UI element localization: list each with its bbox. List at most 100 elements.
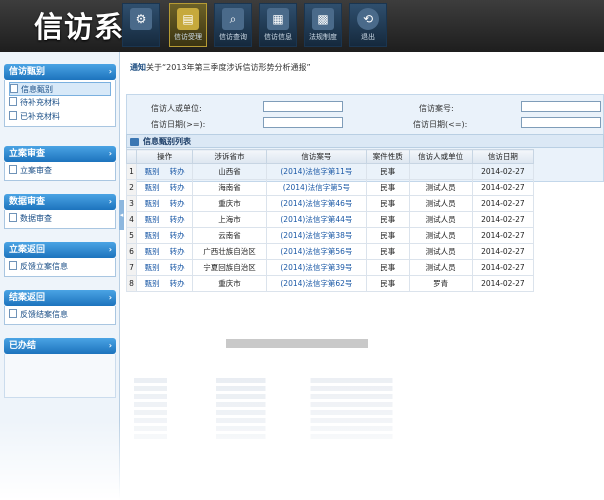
sidebar-group-body: 信息甄别 待补充材料 已补充材料 [4, 80, 116, 127]
sidebar-group-header[interactable]: 数据审查 › [4, 194, 116, 210]
petitioner-cell: 测试人员 [408, 195, 473, 212]
forward-action-link[interactable]: 转办 [170, 279, 185, 288]
sidebar-group-body [4, 354, 116, 398]
notice-bar[interactable]: 通知关于“2013年第三季度涉诉信访形势分析通报” [130, 62, 311, 73]
sidebar-group-title: 信访甄别 [9, 67, 46, 77]
sidebar-item-label: 数据审查 [20, 214, 52, 223]
screen-action-link[interactable]: 甄别 [145, 263, 160, 272]
screen-action-link[interactable]: 甄别 [145, 167, 160, 176]
sidebar-group-header[interactable]: 已办结 › [4, 338, 116, 354]
toolbar-button-accept[interactable]: ▤ 信访受理 [169, 3, 207, 47]
case-number-link[interactable]: (2014)法信字第38号 [265, 227, 367, 244]
forward-action-link[interactable]: 转办 [170, 247, 185, 256]
case-type-cell: 民事 [365, 243, 410, 260]
date-from-input[interactable] [263, 117, 343, 128]
case-number-label: 信访案号: [419, 104, 454, 113]
document-icon [9, 97, 17, 106]
case-number-link[interactable]: (2014)法信字第46号 [265, 195, 367, 212]
province-cell: 宁夏回族自治区 [192, 259, 267, 276]
document-icon [9, 111, 17, 120]
screen-action-link[interactable]: 甄别 [145, 279, 160, 288]
screen: 信访系统 ⚙ ▤ 信访受理 ⌕ 信访查询 ▦ 信访信息 ▩ 法规制度 ⟲ 退出 … [0, 0, 604, 500]
list-icon [130, 138, 139, 146]
case-number-input[interactable] [521, 101, 601, 112]
case-type-cell: 民事 [365, 195, 410, 212]
sidebar-group-title: 立案返回 [9, 245, 46, 255]
sidebar-item-info-screening[interactable]: 信息甄别 [9, 82, 111, 96]
sidebar-item-feedback-closing[interactable]: 反馈结案信息 [9, 308, 111, 322]
sidebar-group-header[interactable]: 立案审查 › [4, 146, 116, 162]
person-input[interactable] [263, 101, 343, 112]
sidebar-group-header[interactable]: 结案返回 › [4, 290, 116, 306]
petitioner-cell [408, 163, 473, 180]
petitioner-cell: 测试人员 [408, 259, 473, 276]
date-from-label: 信访日期(>=): [151, 120, 206, 129]
forward-action-link[interactable]: 转办 [170, 263, 185, 272]
petitioner-cell: 罗青 [408, 275, 473, 292]
table-header: 操作 [135, 149, 194, 164]
table-row: 2 甄别 转办 海南省 (2014)法信字第5号 民事 测试人员 2014-02-27 [126, 179, 535, 196]
date-to-input[interactable] [521, 117, 601, 128]
forward-action-link[interactable]: 转办 [170, 183, 185, 192]
sidebar-group-body: 立案审查 [4, 162, 116, 181]
action-cell: 甄别 转办 [135, 227, 194, 244]
table-row: 8 甄别 转办 重庆市 (2014)法信字第62号 民事 罗青 2014-02-27 [126, 275, 535, 292]
table-header-index [126, 149, 137, 164]
province-cell: 重庆市 [192, 195, 267, 212]
toolbar-button-exit[interactable]: ⟲ 退出 [349, 3, 387, 47]
forward-action-link[interactable]: 转办 [170, 167, 185, 176]
date-cell: 2014-02-27 [471, 275, 535, 292]
table-row: 6 甄别 转办 广西壮族自治区 (2014)法信字第56号 民事 测试人员 2014-02-2… [126, 243, 535, 260]
list-title: 信息甄别列表 [143, 137, 191, 146]
sidebar-group-header[interactable]: 信访甄别 › [4, 64, 116, 80]
screen-action-link[interactable]: 甄别 [145, 199, 160, 208]
case-number-link[interactable]: (2014)法信字第62号 [265, 275, 367, 292]
toolbar-button-info[interactable]: ▦ 信访信息 [259, 3, 297, 47]
sidebar-group-body: 反馈结案信息 [4, 306, 116, 325]
petitioner-cell: 测试人员 [408, 227, 473, 244]
sidebar-item-filing-review[interactable]: 立案审查 [9, 164, 111, 178]
toolbar-button-regulations[interactable]: ▩ 法规制度 [304, 3, 342, 47]
table-header: 涉诉省市 [192, 149, 267, 164]
sidebar-group-title: 结案返回 [9, 293, 46, 303]
forward-action-link[interactable]: 转办 [170, 231, 185, 240]
reflection-overlay [124, 372, 604, 500]
document-icon [9, 309, 17, 318]
sidebar-group-closing-return: 结案返回 › 反馈结案信息 [4, 290, 116, 325]
case-number-link[interactable]: (2014)法信字第56号 [265, 243, 367, 260]
sidebar-group-title: 数据审查 [9, 197, 46, 207]
sidebar-item-label: 已补充材料 [20, 112, 60, 121]
sidebar-item-label: 反馈立案信息 [20, 262, 68, 271]
book-icon: ▦ [267, 8, 289, 30]
sidebar-item-feedback-filing[interactable]: 反馈立案信息 [9, 260, 111, 274]
date-cell: 2014-02-27 [471, 211, 535, 228]
screen-action-link[interactable]: 甄别 [145, 215, 160, 224]
table-header: 案件性质 [365, 149, 410, 164]
toolbar-button-label: 法规制度 [309, 33, 337, 41]
toolbar-button-query[interactable]: ⌕ 信访查询 [214, 3, 252, 47]
screen-action-link[interactable]: 甄别 [145, 247, 160, 256]
sidebar-group-header[interactable]: 立案返回 › [4, 242, 116, 258]
toolbar-button-settings[interactable]: ⚙ [122, 3, 160, 47]
table-row: 4 甄别 转办 上海市 (2014)法信字第44号 民事 测试人员 2014-02-27 [126, 211, 535, 228]
sidebar-group-title: 立案审查 [9, 149, 46, 159]
sidebar-item-label: 反馈结案信息 [20, 310, 68, 319]
sidebar-item-supplied-materials[interactable]: 已补充材料 [9, 110, 111, 124]
screen-action-link[interactable]: 甄别 [145, 183, 160, 192]
sidebar-item-pending-materials[interactable]: 待补充材料 [9, 96, 111, 110]
row-index: 5 [126, 227, 137, 244]
date-cell: 2014-02-27 [471, 179, 535, 196]
case-number-link[interactable]: (2014)法信字第44号 [265, 211, 367, 228]
forward-action-link[interactable]: 转办 [170, 215, 185, 224]
date-cell: 2014-02-27 [471, 243, 535, 260]
screen-action-link[interactable]: 甄别 [145, 231, 160, 240]
action-cell: 甄别 转办 [135, 179, 194, 196]
case-number-link[interactable]: (2014)法信字第5号 [265, 179, 367, 196]
case-number-link[interactable]: (2014)法信字第11号 [265, 163, 367, 180]
sidebar-item-data-review[interactable]: 数据审查 [9, 212, 111, 226]
date-cell: 2014-02-27 [471, 163, 535, 180]
table-header: 信访人或单位 [408, 149, 473, 164]
case-number-link[interactable]: (2014)法信字第39号 [265, 259, 367, 276]
forward-action-link[interactable]: 转办 [170, 199, 185, 208]
action-cell: 甄别 转办 [135, 259, 194, 276]
